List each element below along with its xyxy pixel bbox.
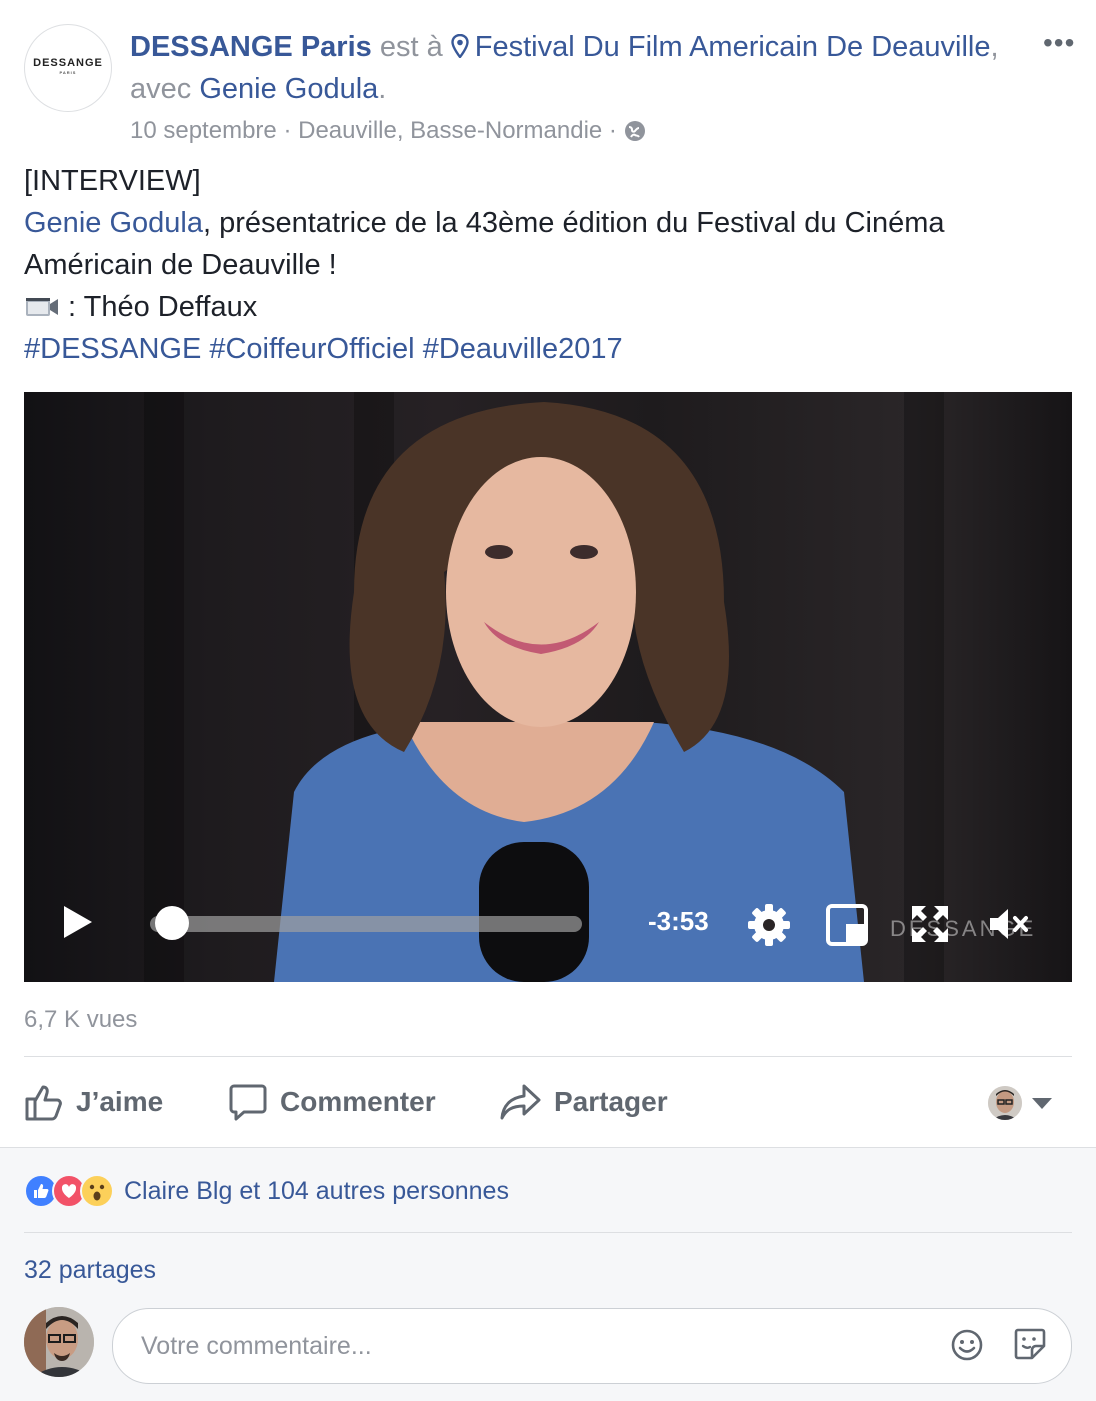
post-text: [INTERVIEW] Genie Godula, présentatrice … bbox=[24, 160, 1072, 370]
shares-link[interactable]: 32 partages bbox=[24, 1256, 156, 1285]
like-button[interactable]: J’aime bbox=[24, 1078, 163, 1126]
mention-link[interactable]: Genie Godula bbox=[24, 207, 203, 239]
current-user-avatar[interactable] bbox=[24, 1307, 94, 1377]
period-text: . bbox=[378, 73, 387, 105]
comment-bubble-icon bbox=[229, 1084, 267, 1121]
globe-icon[interactable] bbox=[624, 120, 646, 142]
tagged-person-link[interactable]: Genie Godula bbox=[199, 73, 378, 105]
location-pin-icon bbox=[451, 34, 469, 58]
person-photo bbox=[988, 1086, 1022, 1120]
viewer-avatar[interactable] bbox=[988, 1086, 1022, 1120]
play-icon[interactable] bbox=[64, 906, 92, 938]
post-card: DESSANGE PARIS DESSANGE Paris est à Fest… bbox=[0, 0, 1096, 1147]
remaining-time: -3:53 bbox=[648, 906, 709, 936]
video-camera-icon bbox=[26, 298, 58, 316]
divider bbox=[24, 1056, 1072, 1057]
share-button[interactable]: Partager bbox=[500, 1078, 668, 1126]
fullscreen-icon[interactable] bbox=[910, 904, 950, 944]
page-avatar[interactable]: DESSANGE PARIS bbox=[24, 24, 112, 112]
meta-separator: · bbox=[608, 117, 617, 144]
thumbs-up-icon bbox=[25, 1085, 62, 1121]
credit-text: : Théo Deffaux bbox=[60, 291, 258, 323]
progress-track[interactable] bbox=[150, 916, 582, 932]
place-link[interactable]: Festival Du Film Americain De Deauville bbox=[475, 31, 991, 63]
est-a-text: est à bbox=[379, 31, 443, 63]
reactions-summary[interactable]: Claire Blg et 104 autres personnes bbox=[24, 1174, 509, 1208]
chevron-down-icon[interactable] bbox=[1032, 1098, 1052, 1109]
comment-button[interactable]: Commenter bbox=[228, 1078, 436, 1126]
wow-reaction-icon bbox=[80, 1174, 114, 1208]
page-name-link[interactable]: DESSANGE Paris bbox=[130, 31, 372, 63]
video-frame-woman bbox=[274, 402, 864, 982]
progress-knob[interactable] bbox=[154, 906, 189, 940]
post-date-link[interactable]: 10 septembre bbox=[130, 117, 277, 144]
person-photo bbox=[24, 1307, 94, 1377]
meta-separator: · bbox=[283, 117, 292, 144]
hashtag-link[interactable]: #Deauville2017 bbox=[423, 333, 623, 365]
comment-box bbox=[112, 1308, 1072, 1384]
share-label: Partager bbox=[554, 1086, 668, 1117]
logo: DESSANGE PARIS bbox=[33, 58, 103, 78]
share-arrow-icon bbox=[500, 1084, 541, 1120]
post-meta: 10 septembre · Deauville, Basse-Normandi… bbox=[130, 116, 646, 146]
interview-tag: [INTERVIEW] bbox=[24, 165, 201, 197]
gear-icon[interactable] bbox=[746, 902, 792, 948]
mute-icon[interactable] bbox=[988, 904, 1030, 944]
comment-input[interactable] bbox=[139, 1327, 923, 1365]
location-link[interactable]: Deauville, Basse-Normandie bbox=[298, 117, 602, 144]
sticker-icon[interactable] bbox=[1012, 1326, 1048, 1362]
hashtags: #DESSANGE #CoiffeurOfficiel #Deauville20… bbox=[24, 328, 1072, 370]
smiley-icon[interactable] bbox=[950, 1328, 984, 1362]
description: Genie Godula, présentatrice de la 43ème … bbox=[24, 202, 1072, 286]
comment-label: Commenter bbox=[280, 1086, 436, 1117]
logo-sub-text: PARIS bbox=[59, 70, 77, 75]
like-label: J’aime bbox=[76, 1086, 164, 1117]
picture-in-picture-icon[interactable] bbox=[826, 904, 868, 946]
divider bbox=[24, 1232, 1072, 1233]
view-count: 6,7 K vues bbox=[24, 1006, 138, 1033]
hashtag-link[interactable]: #DESSANGE bbox=[24, 333, 201, 365]
post-header: DESSANGE Paris est à Festival Du Film Am… bbox=[130, 26, 1030, 110]
hashtag-link[interactable]: #CoiffeurOfficiel bbox=[209, 333, 414, 365]
reactors-link[interactable]: Claire Blg et 104 autres personnes bbox=[124, 1177, 509, 1206]
more-options-icon[interactable]: ••• bbox=[1043, 29, 1075, 57]
video-player[interactable] bbox=[24, 392, 1072, 982]
credit-line: : Théo Deffaux bbox=[24, 286, 1072, 328]
